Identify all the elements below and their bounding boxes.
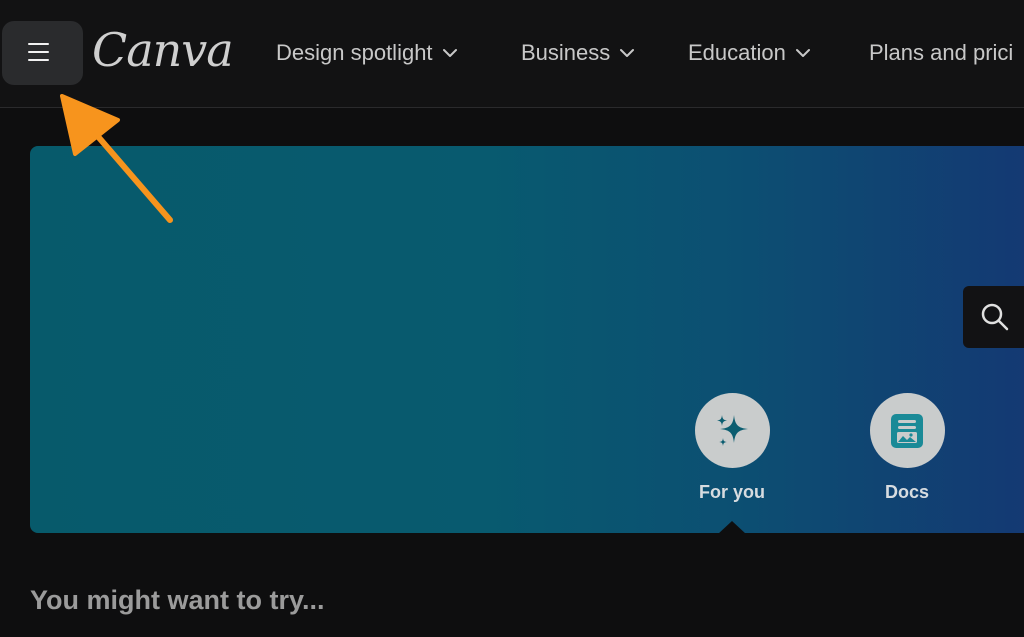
category-for-you-circle xyxy=(694,393,770,468)
category-docs[interactable]: Docs xyxy=(852,393,962,503)
nav-plans-label: Plans and prici xyxy=(869,40,1014,65)
chevron-down-icon xyxy=(795,49,810,57)
canva-logo[interactable]: Canva xyxy=(92,20,234,80)
nav-design-spotlight-label: Design spotlight xyxy=(276,40,433,65)
nav-plans-and-pricing[interactable]: Plans and prici xyxy=(869,38,1013,68)
nav-business-label: Business xyxy=(521,40,611,65)
category-docs-circle xyxy=(869,393,945,468)
sparkle-icon xyxy=(717,414,748,446)
doc-icon xyxy=(891,413,923,448)
top-navigation-bar: Canva Design spotlight Business Educatio… xyxy=(0,0,1024,108)
nav-design-spotlight[interactable]: Design spotlight xyxy=(276,38,457,68)
chevron-down-icon xyxy=(442,49,457,57)
category-for-you[interactable]: For you xyxy=(677,393,787,503)
section-title: You might want to try... xyxy=(30,585,325,615)
category-docs-label: Docs xyxy=(884,482,929,502)
search-icon xyxy=(981,303,1009,331)
search-button[interactable] xyxy=(963,286,1024,348)
chevron-down-icon xyxy=(620,49,635,57)
nav-education[interactable]: Education xyxy=(688,38,810,68)
nav-education-label: Education xyxy=(688,40,786,65)
main-menu-button[interactable] xyxy=(2,21,83,85)
category-for-you-label: For you xyxy=(699,482,765,502)
hamburger-menu-icon xyxy=(28,43,49,61)
selected-tab-indicator xyxy=(718,521,746,534)
nav-business[interactable]: Business xyxy=(521,38,635,68)
